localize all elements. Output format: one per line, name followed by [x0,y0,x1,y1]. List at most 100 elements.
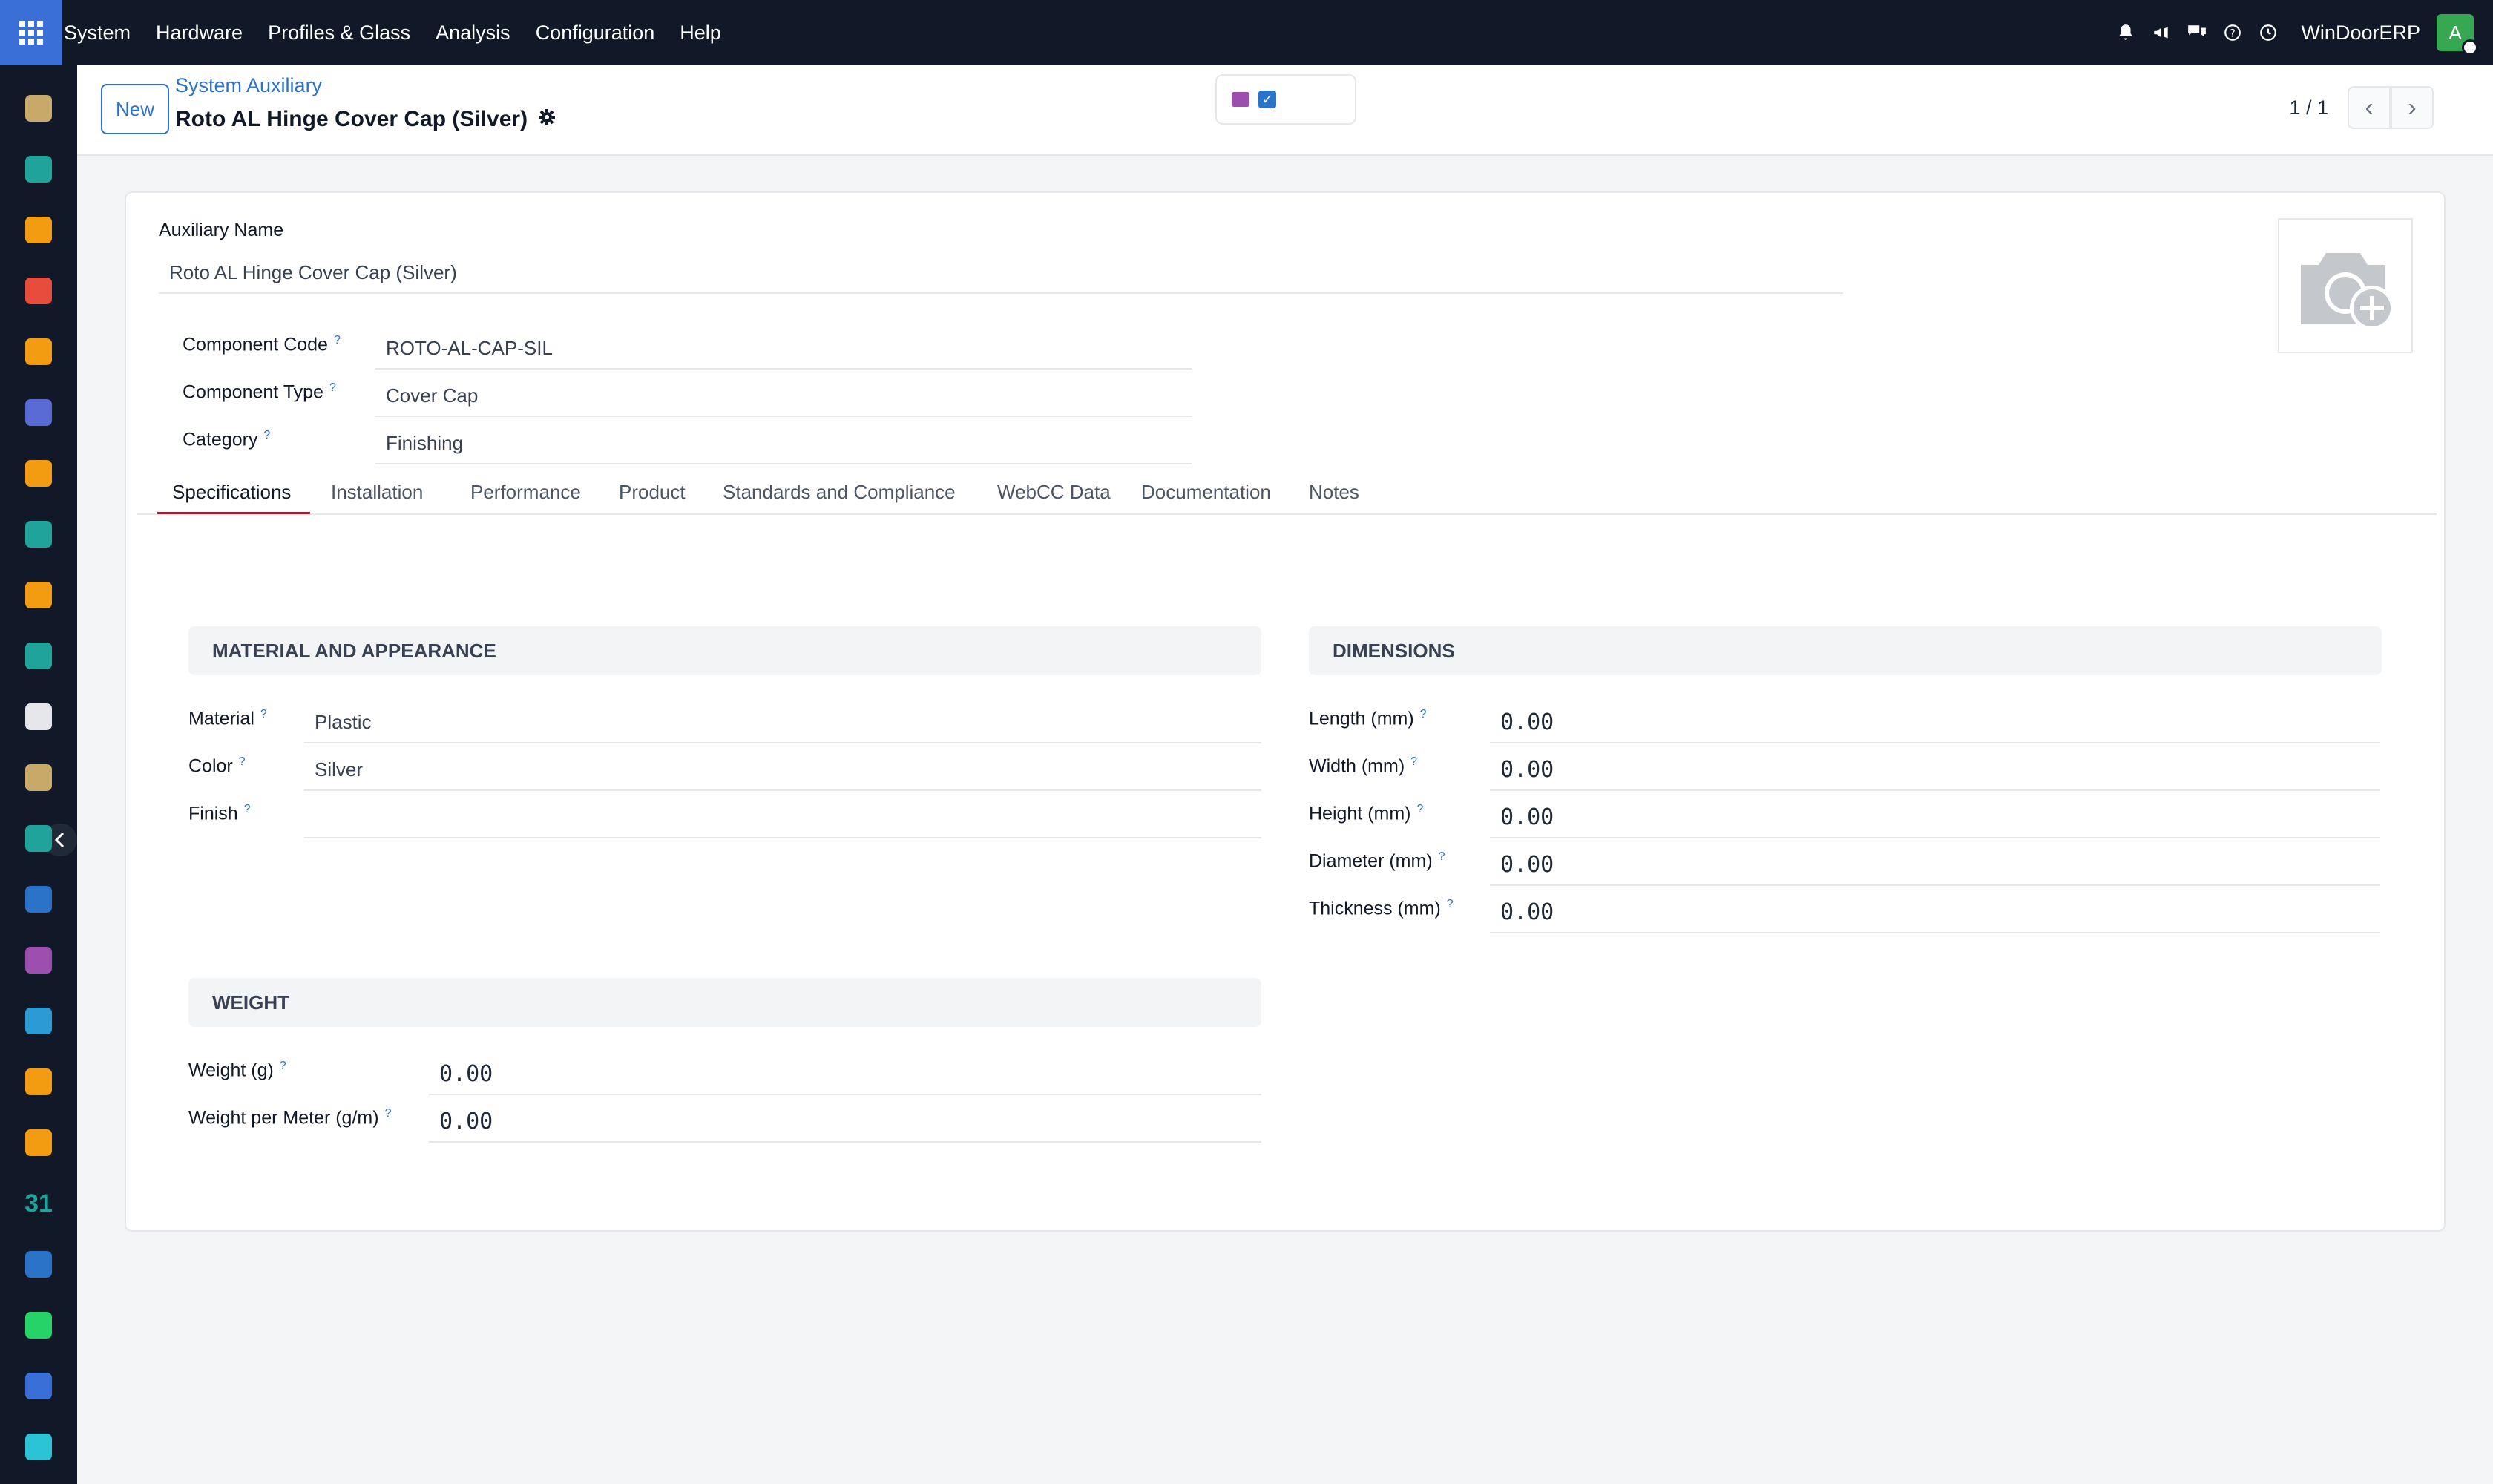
weight-value: 0.00 [439,1060,493,1087]
height-label: Height (mm)? [1309,803,1424,824]
aux-name-value: Roto AL Hinge Cover Cap (Silver) [169,260,457,283]
sidebar-app-15-icon[interactable] [25,947,52,974]
color-value: Silver [315,758,364,781]
notebook-tabs: Specifications Installation Performance … [137,473,2437,515]
help-circle-icon[interactable]: ? [2222,22,2243,43]
record-title-text: Roto AL Hinge Cover Cap (Silver) [175,107,528,131]
menu-profiles-glass[interactable]: Profiles & Glass [268,22,410,45]
menu-configuration[interactable]: Configuration [536,22,655,45]
sidebar-app-16-icon[interactable] [25,1008,52,1034]
weight-per-meter-input[interactable]: 0.00 [429,1101,1261,1143]
tab-webcc-data[interactable]: WebCC Data [997,481,1111,504]
group-material-header: MATERIAL AND APPEARANCE [188,626,1261,675]
thickness-input[interactable]: 0.00 [1490,892,2380,933]
chat-icon[interactable] [2187,22,2207,43]
sidebar-app-22-icon[interactable] [25,1373,52,1399]
clock-icon[interactable] [2258,22,2279,43]
width-input[interactable]: 0.00 [1490,749,2380,791]
sidebar-app-14-icon[interactable] [25,886,52,913]
weight-input[interactable]: 0.00 [429,1054,1261,1095]
menu-hardware[interactable]: Hardware [156,22,243,45]
material-select[interactable]: Plastic [304,702,1261,743]
menu-analysis[interactable]: Analysis [436,22,510,45]
material-value: Plastic [315,710,372,733]
sidebar-app-17-icon[interactable] [25,1068,52,1095]
image-upload[interactable] [2278,218,2413,353]
tab-notes[interactable]: Notes [1309,481,1359,504]
weight-per-meter-value: 0.00 [439,1108,493,1135]
color-input[interactable]: Silver [304,749,1261,791]
component-code-input[interactable]: ROTO-AL-CAP-SIL [375,328,1192,370]
tab-standards-compliance[interactable]: Standards and Compliance [723,481,956,504]
app-switcher-button[interactable] [0,0,62,65]
sidebar-app-12-icon[interactable] [25,764,52,791]
sidebar-app-11-icon[interactable] [25,703,52,730]
menu-system[interactable]: System [64,22,131,45]
width-label: Width (mm)? [1309,755,1418,777]
sidebar-app-3-icon[interactable] [25,217,52,243]
weight-per-meter-label: Weight per Meter (g/m)? [188,1107,392,1129]
control-panel: New System Auxiliary Roto AL Hinge Cover… [77,65,2493,156]
tab-performance[interactable]: Performance [470,481,581,504]
pager-next-button[interactable]: › [2391,86,2434,129]
company-name[interactable]: WinDoorERP [2301,22,2420,45]
weight-label: Weight (g)? [188,1060,286,1081]
pager-value[interactable]: 1 / 1 [2289,96,2328,119]
tab-product[interactable]: Product [619,481,686,504]
pager: 1 / 1 ‹ › [2289,86,2434,129]
sidebar-app-23-icon[interactable] [25,1434,52,1460]
sidebar-app-1-icon[interactable] [25,95,52,122]
category-select[interactable]: Finishing [375,423,1192,464]
sidebar-app-13-icon[interactable] [25,825,52,852]
tab-installation[interactable]: Installation [331,481,423,504]
user-avatar[interactable]: A [2437,14,2478,56]
length-value: 0.00 [1500,709,1554,735]
sidebar-app-19-icon[interactable]: 31 [22,1190,55,1217]
sidebar-app-20-icon[interactable] [25,1251,52,1278]
top-navbar: System Hardware Profiles & Glass Analysi… [0,0,2493,65]
thickness-label: Thickness (mm)? [1309,898,1454,919]
active-tab-indicator [157,512,310,514]
camera-add-icon [2301,253,2394,330]
main-menu: System Hardware Profiles & Glass Analysi… [62,0,746,65]
sidebar-app-9-icon[interactable] [25,582,52,608]
tab-documentation[interactable]: Documentation [1141,481,1271,504]
sidebar-app-18-icon[interactable] [25,1129,52,1156]
height-value: 0.00 [1500,804,1554,830]
breadcrumb-system-auxiliary[interactable]: System Auxiliary [175,74,322,97]
component-code-label: Component Code? [183,334,341,355]
svg-text:?: ? [2230,27,2236,39]
sidebar-app-8-icon[interactable] [25,521,52,548]
bell-icon[interactable] [2115,22,2136,43]
sidebar-app-10-icon[interactable] [25,643,52,669]
thickness-value: 0.00 [1500,899,1554,925]
sidebar-app-2-icon[interactable] [25,156,52,183]
sidebar-app-6-icon[interactable] [25,399,52,426]
app-sidebar: 31 [0,65,77,1484]
record-status-toggle[interactable]: ✓ [1215,74,1356,125]
height-input[interactable]: 0.00 [1490,797,2380,838]
group-dimensions-header: DIMENSIONS [1309,626,2382,675]
record-title: Roto AL Hinge Cover Cap (Silver) [175,107,556,132]
pager-previous-button[interactable]: ‹ [2348,86,2391,129]
category-label: Category? [183,429,271,450]
diameter-value: 0.00 [1500,851,1554,878]
tab-specifications[interactable]: Specifications [172,481,291,504]
new-record-button[interactable]: New [101,84,169,134]
diameter-input[interactable]: 0.00 [1490,844,2380,886]
length-input[interactable]: 0.00 [1490,702,2380,743]
sidebar-app-21-icon[interactable] [25,1312,52,1339]
sidebar-app-7-icon[interactable] [25,460,52,487]
megaphone-icon[interactable] [2151,22,2172,43]
width-value: 0.00 [1500,756,1554,783]
archive-icon [1232,92,1249,107]
menu-help[interactable]: Help [680,22,721,45]
gear-icon[interactable] [538,108,556,131]
aux-name-input[interactable]: Roto AL Hinge Cover Cap (Silver) [159,252,1843,294]
color-label: Color? [188,755,246,777]
sidebar-app-5-icon[interactable] [25,338,52,365]
checkbox-icon[interactable]: ✓ [1258,91,1276,108]
finish-input[interactable] [304,797,1261,838]
sidebar-app-4-icon[interactable] [25,278,52,304]
component-type-select[interactable]: Cover Cap [375,375,1192,417]
